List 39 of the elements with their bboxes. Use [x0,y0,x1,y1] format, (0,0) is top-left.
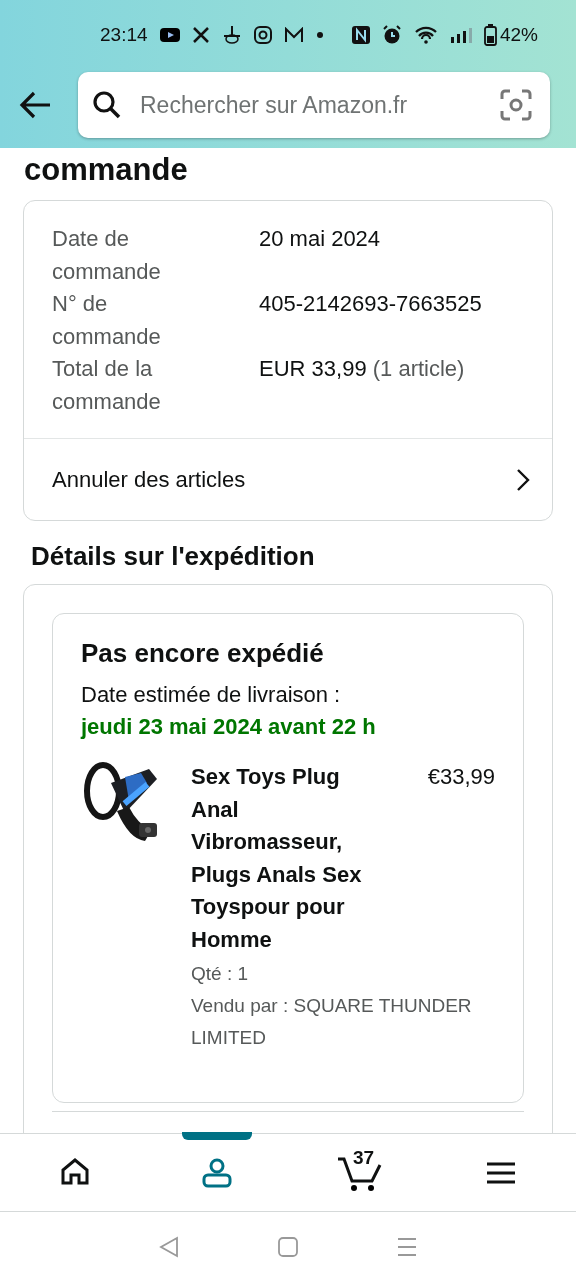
cart-button[interactable]: 37 [336,1152,382,1193]
search-icon [92,90,122,120]
mail-icon [283,27,304,43]
product-price: €33,99 [427,763,495,791]
quantity-text: Qté : 1 [191,962,250,986]
seller-text: Vendu par : SQUARE THUNDER LIMITED [191,994,473,1050]
field-value: 20 mai 2024 [259,225,382,253]
home-square-icon[interactable] [277,1236,299,1258]
search-bar[interactable]: Rechercher sur Amazon.fr [78,72,550,138]
section-heading: commande [24,152,189,188]
recents-icon[interactable] [395,1236,418,1258]
section-heading: Détails sur l'expédition [31,541,316,572]
battery-level: 42% [499,24,538,46]
field-value: EUR 33,99 (1 article) [259,355,466,383]
product-title[interactable]: Sex Toys Plug Anal Vibromasseur, Plugs Anals Sex Toyspour pour Homme [191,761,381,956]
field-label: Total de la commande [52,355,162,416]
field-value: 405-2142693-7663525 [259,290,483,318]
delivery-date: jeudi 23 mai 2024 avant 22 h [81,713,377,741]
delivery-label: Date estimée de livraison : [81,681,342,709]
nfc-icon [351,26,370,44]
cancel-items-link[interactable]: Annuler des articles [24,438,552,520]
alarm-icon [381,25,402,45]
camera-icon [253,26,272,44]
dot-icon [315,31,324,39]
x-logo-icon [191,26,210,44]
shipment-status: Pas encore expédié [81,638,325,669]
back-triangle-icon[interactable] [158,1235,181,1259]
signal-icon [449,27,472,43]
camera-scan-icon[interactable] [500,89,532,121]
account-icon[interactable] [201,1156,233,1189]
search-field[interactable]: Rechercher sur Amazon.fr [138,90,484,120]
field-label: Date de commande [52,225,162,286]
wifi-icon [413,26,438,44]
video-play-icon [159,28,180,42]
back-arrow-icon[interactable] [18,90,52,120]
chevron-right-icon [516,467,530,492]
clock-time: 23:14 [100,24,148,46]
battery-icon [483,24,497,46]
field-label: N° de commande [52,290,162,351]
